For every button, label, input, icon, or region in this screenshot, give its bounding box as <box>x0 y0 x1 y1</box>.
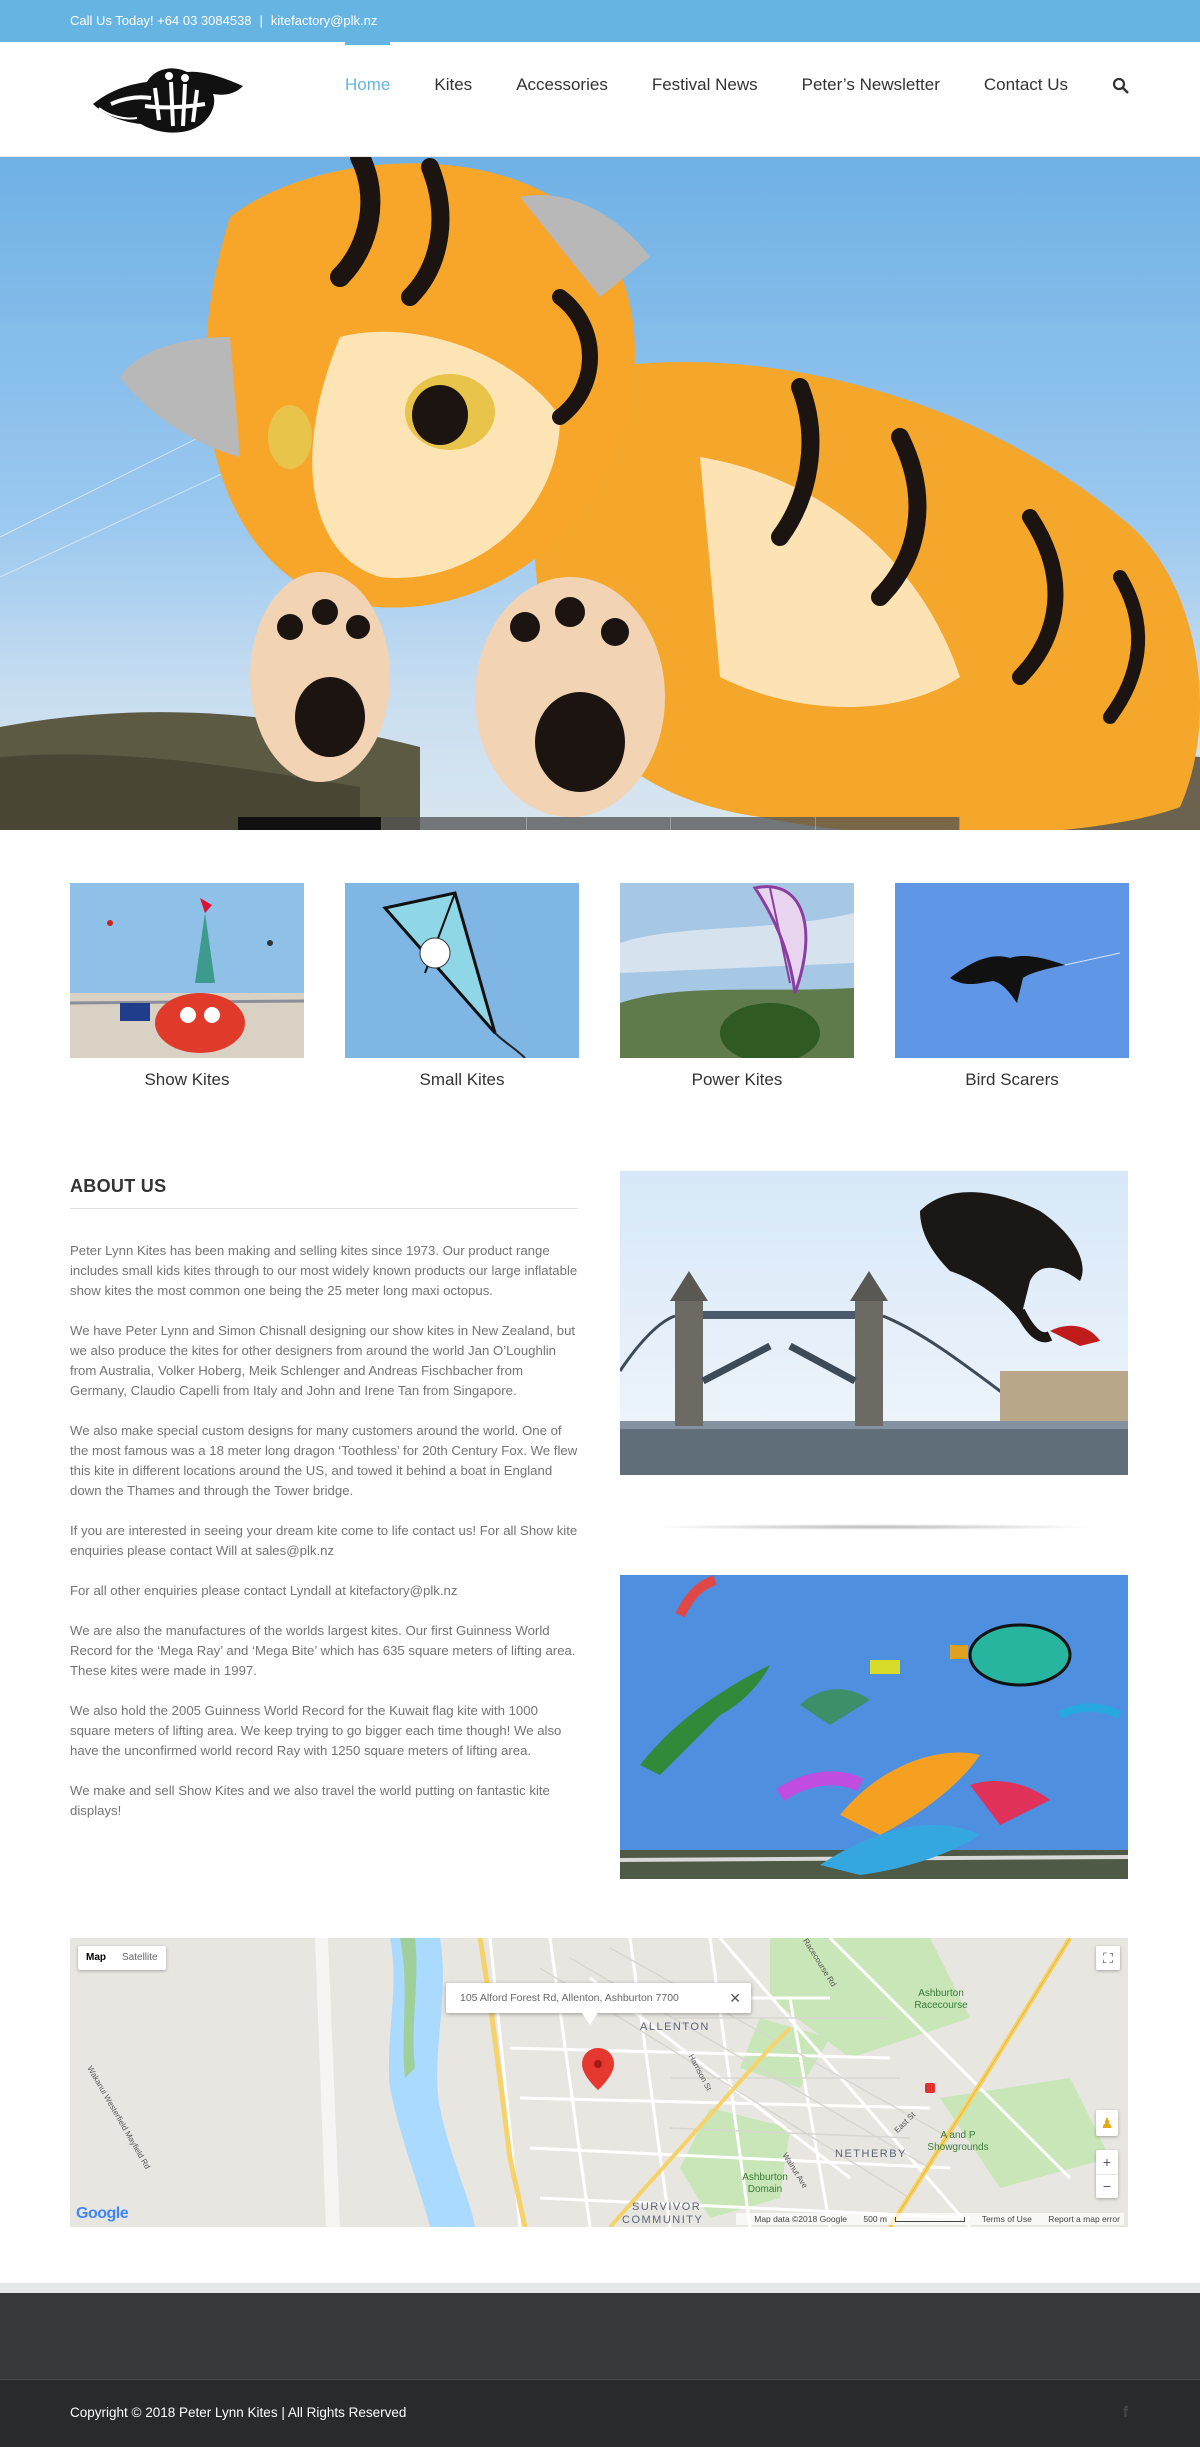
zoom-out-button[interactable]: − <box>1096 2174 1118 2198</box>
contact-email[interactable]: kitefactory@plk.nz <box>271 13 377 28</box>
slider-dot-4[interactable] <box>671 817 816 830</box>
about-paragraph: We make and sell Show Kites and we also … <box>70 1783 550 1818</box>
map-label-domain: Ashburton Domain <box>742 2172 788 2195</box>
map-info-window: 105 Alford Forest Rd, Allenton, Ashburto… <box>446 1983 751 2025</box>
slider-dot-3[interactable] <box>526 817 672 830</box>
google-logo: Google <box>76 2205 129 2223</box>
footer-widgets <box>0 2293 1200 2379</box>
google-logo-text: Google <box>76 2205 129 2222</box>
close-icon[interactable]: ✕ <box>729 1983 741 2013</box>
category-power-kites[interactable]: Power Kites <box>620 883 854 1090</box>
map-label-racecourse: Ashburton Racecourse <box>914 1988 968 2011</box>
power-kites-image[interactable] <box>620 883 854 1058</box>
main-nav: Home Kites Accessories Festival News Pet… <box>301 42 1130 157</box>
about-paragraph: We are also the manufactures of the worl… <box>70 1623 576 1678</box>
map-label-allenton: ALLENTON <box>640 2021 710 2033</box>
map-label-community: COMMUNITY <box>622 2214 704 2226</box>
map-info-address: 105 Alford Forest Rd, Allenton, Ashburto… <box>460 1992 679 2004</box>
show-kites-label[interactable]: Show Kites <box>70 1070 304 1090</box>
copyright-bar: Copyright © 2018 Peter Lynn Kites | All … <box>0 2379 1200 2447</box>
category-small-kites[interactable]: Small Kites <box>345 883 579 1090</box>
kite-festival-image <box>620 1575 1128 1879</box>
footer-top-border <box>0 2283 1200 2293</box>
map-type-switcher: Map Satellite <box>78 1946 166 1970</box>
nav-kites[interactable]: Kites <box>434 42 472 157</box>
slider-pagination <box>238 817 961 830</box>
map-data-credit: Map data ©2018 Google <box>754 2214 847 2224</box>
top-bar: Call Us Today! +64 03 3084538 | kitefactor… <box>0 0 1200 42</box>
map-scale-label: 500 m <box>863 2214 887 2224</box>
hero-slider[interactable] <box>0 157 1200 830</box>
nav-accessories[interactable]: Accessories <box>516 42 608 157</box>
about-us-text: Peter Lynn Kites has been making and sel… <box>70 1241 578 1841</box>
search-icon[interactable] <box>1112 77 1130 95</box>
map-attribution: Map data ©2018 Google 500 m Terms of Use… <box>736 2213 1124 2225</box>
about-us-heading: ABOUT US <box>70 1176 167 1196</box>
about-paragraph: Peter Lynn Kites has been making and sel… <box>70 1243 578 1298</box>
contact-phone[interactable]: Call Us Today! +64 03 3084538 <box>70 13 252 28</box>
location-map[interactable]: Map Satellite 105 Alford Forest Rd, Alle… <box>70 1938 1128 2227</box>
nav-contact-us[interactable]: Contact Us <box>984 42 1068 157</box>
bird-scarers-label[interactable]: Bird Scarers <box>895 1070 1129 1090</box>
map-report-link[interactable]: Report a map error <box>1048 2214 1120 2224</box>
zoom-in-button[interactable]: + <box>1096 2150 1118 2174</box>
peter-lynn-kites-logo[interactable] <box>85 60 250 138</box>
map-label-netherby: NETHERBY <box>835 2148 907 2160</box>
tiger-kite-image <box>0 157 1200 830</box>
bird-scarers-image[interactable] <box>895 883 1129 1058</box>
fullscreen-icon[interactable]: ⛶ <box>1096 1946 1120 1970</box>
small-kites-label[interactable]: Small Kites <box>345 1070 579 1090</box>
facebook-icon[interactable]: f <box>1123 2404 1128 2421</box>
nav-peters-newsletter[interactable]: Peter’s Newsletter <box>802 42 940 157</box>
map-canvas[interactable] <box>70 1938 1128 2227</box>
topbar-separator: | <box>259 13 263 28</box>
about-paragraph: We also hold the 2005 Guinness World Rec… <box>70 1703 562 1758</box>
show-kites-image[interactable] <box>70 883 304 1058</box>
site-header: Home Kites Accessories Festival News Pet… <box>0 42 1200 157</box>
copyright-text: Copyright © 2018 Peter Lynn Kites | All … <box>70 2405 407 2420</box>
map-scale: 500 m <box>863 2214 966 2224</box>
map-label-showgrounds: A and P Showgrounds <box>927 2130 989 2153</box>
category-show-kites[interactable]: Show Kites <box>70 883 304 1090</box>
map-terms-link[interactable]: Terms of Use <box>982 2214 1032 2224</box>
nav-home[interactable]: Home <box>345 42 391 157</box>
image-separator-shadow <box>650 1524 1098 1530</box>
about-paragraph: We also make special custom designs for … <box>70 1423 578 1498</box>
category-bird-scarers[interactable]: Bird Scarers <box>895 883 1129 1090</box>
tower-bridge-dragon-image <box>620 1171 1128 1475</box>
slider-dot-2[interactable] <box>382 817 527 830</box>
slider-dot-1[interactable] <box>238 817 383 830</box>
about-divider <box>70 1208 578 1209</box>
nav-festival-news[interactable]: Festival News <box>652 42 758 157</box>
about-paragraph: We have Peter Lynn and Simon Chisnall de… <box>70 1323 576 1398</box>
power-kites-label[interactable]: Power Kites <box>620 1070 854 1090</box>
slider-dot-5[interactable] <box>815 817 961 830</box>
map-label-survivor: SURVIVOR <box>632 2201 702 2213</box>
about-paragraph: If you are interested in seeing your dre… <box>70 1523 578 1558</box>
pegman-icon[interactable]: ♟ <box>1096 2110 1118 2136</box>
map-type-map[interactable]: Map <box>78 1946 114 1970</box>
small-kites-image[interactable] <box>345 883 579 1058</box>
map-type-satellite[interactable]: Satellite <box>114 1946 166 1970</box>
about-paragraph: For all other enquiries please contact L… <box>70 1583 458 1598</box>
zoom-control: + − <box>1096 2150 1118 2198</box>
